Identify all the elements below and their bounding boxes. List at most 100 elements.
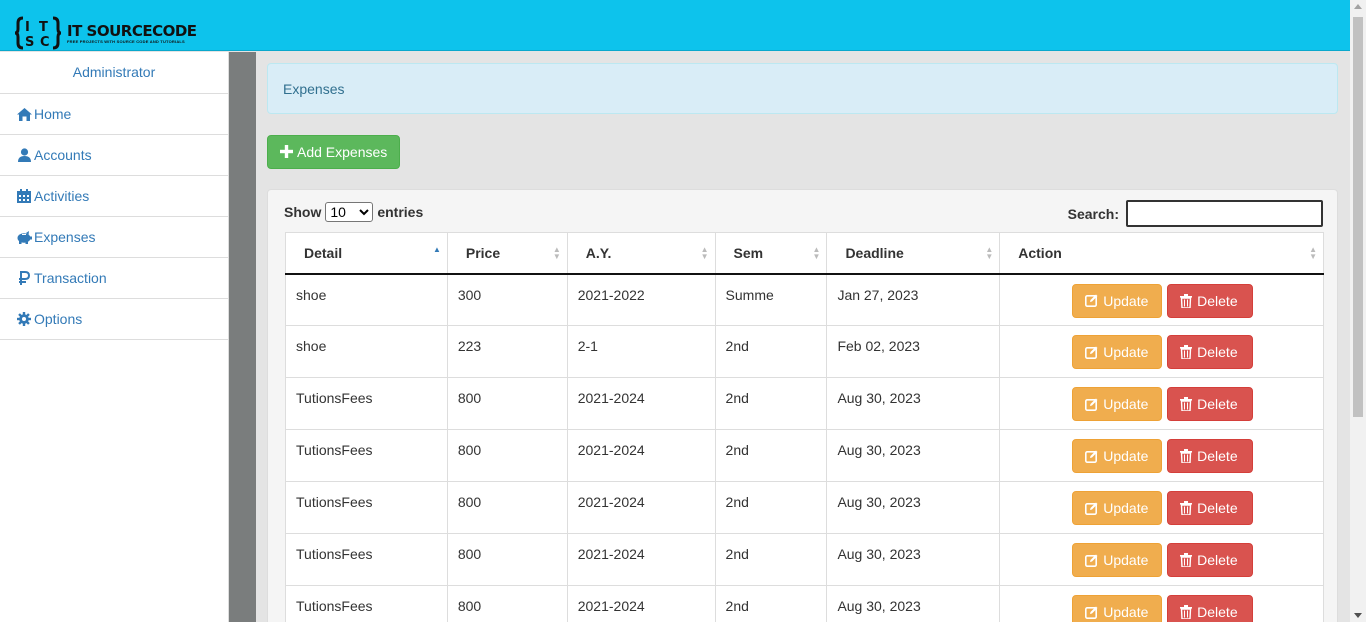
trash-icon [1180, 605, 1197, 619]
column-header-sem[interactable]: Sem ▲ ▼ [714, 232, 828, 275]
delete-label: Delete [1197, 604, 1238, 620]
trash-icon [1180, 397, 1197, 411]
table-row: TutionsFees 800 2021-2024 2nd Aug 30, 2023 Up… [285, 429, 1324, 482]
cell-action: Update Delete [999, 273, 1324, 326]
cell-price: 800 [446, 585, 568, 622]
cell-ay: 2021-2024 [566, 429, 716, 482]
cell-action: Update Delete [999, 481, 1324, 534]
logo-tagline: FREE PROJECTS WITH SOURCE CODE AND TUTOR… [67, 38, 185, 44]
update-button[interactable]: Update [1072, 439, 1163, 473]
cell-ay: 2021-2024 [566, 481, 716, 534]
sidebar-item-transaction[interactable]: Transaction [0, 258, 228, 299]
update-label: Update [1103, 396, 1149, 412]
cell-deadline: Aug 30, 2023 [826, 377, 1001, 430]
cell-price: 223 [446, 325, 568, 378]
update-button[interactable]: Update [1072, 595, 1163, 622]
sidebar-item-options[interactable]: Options [0, 299, 228, 340]
table-row: TutionsFees 800 2021-2024 2nd Aug 30, 2023 Up… [285, 377, 1324, 430]
delete-label: Delete [1197, 500, 1238, 516]
edit-icon [1085, 346, 1103, 359]
sidebar-item-label: Options [34, 311, 83, 327]
cell-price: 800 [446, 429, 568, 482]
calendar-icon [16, 189, 32, 203]
edit-icon [1085, 554, 1103, 567]
table-row: TutionsFees 800 2021-2024 2nd Aug 30, 2023 Up… [285, 481, 1324, 534]
add-expenses-button[interactable]: Add Expenses [267, 135, 400, 169]
table-row: shoe 300 2021-2022 Summe Jan 27, 2023 Update … [285, 273, 1324, 326]
plus-icon [280, 145, 293, 159]
cell-deadline: Aug 30, 2023 [826, 585, 1001, 622]
update-button[interactable]: Update [1072, 543, 1163, 577]
delete-button[interactable]: Delete [1167, 283, 1254, 318]
entries-label: entries [377, 204, 424, 220]
show-entries-control: Show 10 entries [284, 202, 423, 222]
table-row: TutionsFees 800 2021-2024 2nd Aug 30, 2023 Up… [285, 533, 1324, 586]
sidebar-item-expenses[interactable]: Expenses [0, 217, 228, 258]
edit-icon [1085, 450, 1103, 463]
delete-button[interactable]: Delete [1167, 595, 1254, 622]
sidebar-item-label: Activities [34, 188, 90, 204]
cell-detail: shoe [285, 325, 448, 378]
sort-icon: ▲ ▼ [1309, 245, 1317, 261]
sidebar-item-activities[interactable]: Activities [0, 176, 228, 217]
update-label: Update [1103, 500, 1149, 516]
user-icon [16, 148, 32, 162]
scroll-down-arrow-icon[interactable] [1354, 613, 1362, 618]
sort-asc-icon: ▲ [432, 245, 441, 254]
cell-action: Update Delete [999, 325, 1324, 378]
sidebar-header[interactable]: Administrator [0, 52, 228, 94]
cell-action: Update Delete [999, 429, 1324, 482]
cell-ay: 2021-2024 [566, 585, 716, 622]
sidebar-item-accounts[interactable]: Accounts [0, 135, 228, 176]
trash-icon [1180, 293, 1197, 308]
trash-icon [1180, 553, 1197, 567]
sidebar-item-home[interactable]: Home [0, 94, 228, 135]
column-header-action[interactable]: Action ▲ ▼ [999, 232, 1324, 275]
sidebar-item-label: Accounts [34, 147, 92, 163]
column-header-price[interactable]: Price ▲ ▼ [446, 232, 568, 275]
brand-logo[interactable]: I T S C IT SOURCECODE FREE PROJECTS WITH… [15, 16, 197, 50]
update-button[interactable]: Update [1072, 283, 1163, 318]
cell-detail: TutionsFees [285, 533, 448, 586]
search-input[interactable] [1126, 200, 1323, 227]
update-label: Update [1103, 604, 1149, 620]
delete-button[interactable]: Delete [1167, 335, 1254, 369]
cell-detail: TutionsFees [285, 429, 448, 482]
cell-sem: 2nd [714, 325, 828, 378]
scroll-up-arrow-icon[interactable] [1354, 4, 1362, 9]
column-header-deadline[interactable]: Deadline ▲ ▼ [826, 232, 1001, 275]
cell-action: Update Delete [999, 377, 1324, 430]
cell-price: 800 [446, 533, 568, 586]
sidebar-item-label: Transaction [34, 270, 107, 286]
column-header-detail[interactable]: Detail ▲ [285, 232, 448, 275]
cell-ay: 2021-2024 [566, 533, 716, 586]
scroll-thumb[interactable] [1353, 17, 1363, 417]
cell-sem: 2nd [714, 533, 828, 586]
entries-per-page-select[interactable]: 10 [325, 202, 374, 222]
cell-ay: 2021-2022 [566, 273, 716, 326]
update-button[interactable]: Update [1072, 335, 1163, 369]
gear-icon [16, 312, 32, 326]
cell-action: Update Delete [999, 533, 1324, 586]
page-title-breadcrumb: Expenses [267, 63, 1338, 114]
delete-button[interactable]: Delete [1167, 543, 1254, 577]
column-header-ay[interactable]: A.Y. ▲ ▼ [566, 232, 716, 275]
page-scrollbar[interactable] [1350, 0, 1366, 622]
edit-icon [1085, 502, 1103, 515]
svg-text:S: S [25, 35, 34, 50]
trash-icon [1180, 449, 1197, 463]
delete-button[interactable]: Delete [1167, 439, 1254, 473]
cell-deadline: Aug 30, 2023 [826, 533, 1001, 586]
home-icon [16, 107, 32, 121]
sort-icon: ▲ ▼ [552, 245, 561, 261]
ruble-icon [16, 271, 32, 285]
cell-sem: 2nd [714, 429, 828, 482]
update-button[interactable]: Update [1072, 491, 1163, 525]
trash-icon [1180, 345, 1197, 359]
delete-button[interactable]: Delete [1167, 387, 1254, 421]
delete-button[interactable]: Delete [1167, 491, 1254, 525]
update-button[interactable]: Update [1072, 387, 1163, 421]
table-row: shoe 223 2-1 2nd Feb 02, 2023 Update Delete [285, 325, 1324, 378]
expenses-table-panel: Show 10 entries Search: Detail ▲ Price ▲ ▼ … [267, 189, 1338, 622]
update-label: Update [1103, 448, 1149, 464]
